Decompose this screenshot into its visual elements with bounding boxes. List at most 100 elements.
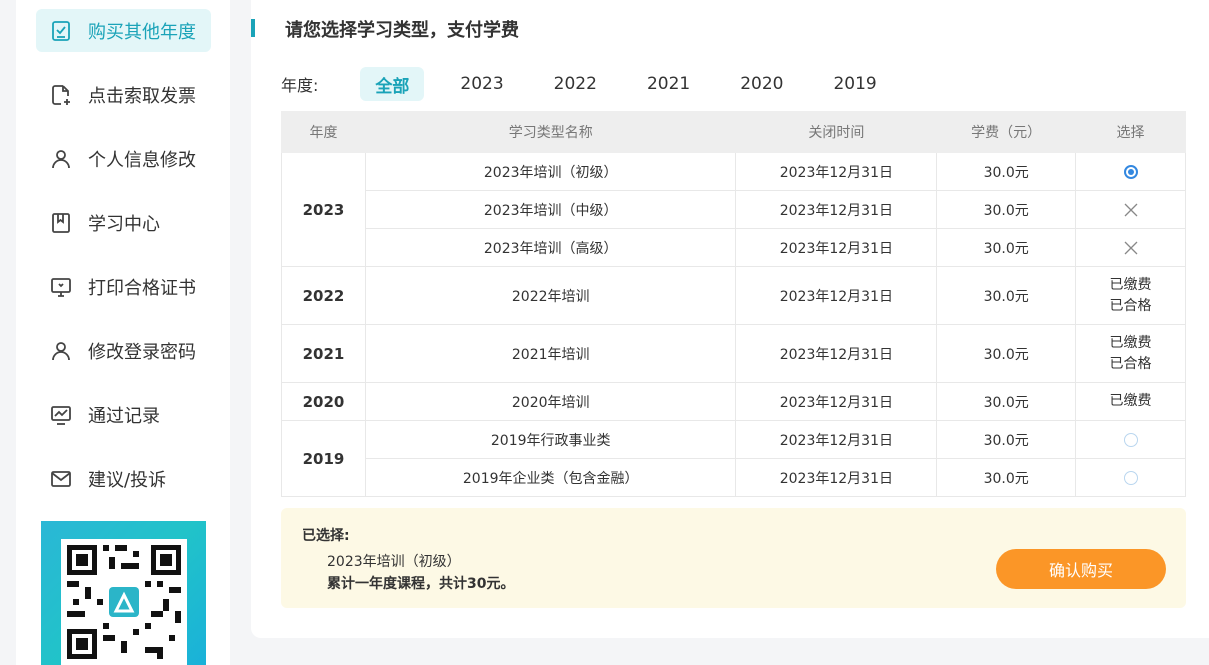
- sidebar-item-label: 修改登录密码: [88, 341, 196, 363]
- table-row: 2019 2019年行政事业类 2023年12月31日 30.0元: [281, 420, 1186, 497]
- sidebar-item-feedback[interactable]: 建议/投诉: [36, 457, 211, 500]
- qr-code-icon: [61, 539, 187, 665]
- year-tab-2023[interactable]: 2023: [446, 67, 517, 101]
- course-name: 2023年培训（高级）: [364, 228, 737, 267]
- book-icon: [48, 210, 74, 236]
- select-cell: [1075, 152, 1186, 191]
- column-header-name: 学习类型名称: [364, 111, 737, 153]
- course-name: 2020年培训: [364, 382, 737, 421]
- column-header-select: 选择: [1075, 111, 1186, 153]
- selected-item: 2023年培训（初级）: [327, 554, 461, 570]
- document-add-icon: [48, 82, 74, 108]
- year-cell: 2022: [281, 266, 366, 325]
- table-row: 2023年培训（高级） 2023年12月31日 30.0元: [282, 228, 1186, 267]
- table-row: 2019年企业类（包含金融） 2023年12月31日 30.0元: [282, 458, 1186, 497]
- status-paid: 已缴费: [1109, 334, 1152, 351]
- close-time: 2023年12月31日: [735, 190, 938, 229]
- user-icon: [48, 146, 74, 172]
- year-tab-all[interactable]: 全部: [360, 67, 425, 101]
- sidebar-item-pass-records[interactable]: 通过记录: [36, 393, 211, 436]
- sidebar-item-label: 学习中心: [88, 213, 160, 235]
- close-time: 2023年12月31日: [735, 420, 938, 459]
- course-name: 2021年培训: [364, 324, 737, 383]
- close-icon: [1124, 203, 1138, 216]
- close-time: 2023年12月31日: [735, 324, 938, 383]
- table-row: 2020 2020年培训 2023年12月31日 30.0元 已缴费: [281, 382, 1186, 421]
- select-cell: 已缴费: [1075, 382, 1186, 421]
- table-row: 2022 2022年培训 2023年12月31日 30.0元 已缴费 已合格: [281, 266, 1186, 325]
- page-title: 请您选择学习类型，支付学费: [285, 20, 519, 41]
- fee: 30.0元: [936, 458, 1077, 497]
- sidebar-item-label: 点击索取发票: [88, 85, 196, 107]
- user-lock-icon: [48, 338, 74, 364]
- close-icon: [1124, 241, 1138, 254]
- course-name: 2019年企业类（包含金融）: [364, 458, 737, 497]
- checkbox-icon: [48, 18, 74, 44]
- year-filter-label: 年度:: [281, 76, 319, 95]
- table-header-row: 年度 学习类型名称 关闭时间 学费（元） 选择: [281, 111, 1186, 153]
- year-cell: 2021: [281, 324, 366, 383]
- table-row: 2023 2023年培训（初级） 2023年12月31日 30.0元: [281, 152, 1186, 267]
- sidebar-item-label: 通过记录: [88, 405, 160, 427]
- selected-total: 累计一年度课程，共计30元。: [327, 576, 515, 592]
- sidebar-item-label: 打印合格证书: [88, 277, 196, 299]
- radio-button-checked[interactable]: [1123, 164, 1138, 179]
- fee: 30.0元: [936, 228, 1077, 267]
- select-cell: 已缴费 已合格: [1075, 266, 1186, 325]
- sidebar-item-invoice[interactable]: 点击索取发票: [36, 73, 211, 116]
- sidebar-item-label: 购买其他年度: [88, 21, 196, 43]
- sidebar-item-buy-other-year[interactable]: 购买其他年度: [36, 9, 211, 52]
- fee: 30.0元: [936, 190, 1077, 229]
- close-time: 2023年12月31日: [735, 382, 938, 421]
- select-cell: [1075, 420, 1186, 459]
- sidebar-item-profile[interactable]: 个人信息修改: [36, 137, 211, 180]
- status-paid: 已缴费: [1109, 393, 1152, 409]
- sidebar-item-label: 个人信息修改: [88, 149, 196, 171]
- year-tab-2022[interactable]: 2022: [540, 67, 611, 101]
- year-cell: 2023: [281, 152, 366, 267]
- close-time: 2023年12月31日: [735, 152, 938, 191]
- fee: 30.0元: [936, 382, 1077, 421]
- year-tab-2021[interactable]: 2021: [633, 67, 704, 101]
- chart-record-icon: [48, 402, 74, 428]
- course-name: 2023年培训（中级）: [364, 190, 737, 229]
- title-accent-bar: [251, 19, 255, 37]
- close-time: 2023年12月31日: [735, 458, 938, 497]
- radio-button[interactable]: [1123, 470, 1138, 485]
- monitor-certificate-icon: [48, 274, 74, 300]
- column-header-fee: 学费（元）: [936, 111, 1077, 153]
- sidebar-item-change-password[interactable]: 修改登录密码: [36, 329, 211, 372]
- status-paid: 已缴费: [1109, 276, 1152, 293]
- confirm-purchase-button[interactable]: 确认购买: [996, 549, 1166, 589]
- mail-icon: [48, 466, 74, 492]
- year-cell: 2019: [281, 420, 366, 497]
- status-passed: 已合格: [1109, 297, 1152, 314]
- year-tab-2019[interactable]: 2019: [819, 67, 890, 101]
- selected-label: 已选择:: [302, 528, 350, 544]
- radio-button[interactable]: [1123, 432, 1138, 447]
- table-row: 2023年培训（中级） 2023年12月31日 30.0元: [282, 190, 1186, 229]
- course-name: 2019年行政事业类: [364, 420, 737, 459]
- year-filter: 年度: 全部 2023 2022 2021 2020 2019: [281, 67, 913, 101]
- sidebar: 购买其他年度 点击索取发票 个人信息修改 学习中心 打印合格证书 修改登录密码: [16, 0, 230, 665]
- sidebar-item-print-certificate[interactable]: 打印合格证书: [36, 265, 211, 308]
- close-time: 2023年12月31日: [735, 228, 938, 267]
- close-time: 2023年12月31日: [735, 266, 938, 325]
- column-header-close-time: 关闭时间: [735, 111, 938, 153]
- sidebar-item-learning-center[interactable]: 学习中心: [36, 201, 211, 244]
- year-cell: 2020: [281, 382, 366, 421]
- selection-summary: 已选择: 2023年培训（初级） 累计一年度课程，共计30元。 确认购买: [281, 508, 1186, 608]
- table-row: 2021 2021年培训 2023年12月31日 30.0元 已缴费 已合格: [281, 324, 1186, 383]
- select-cell: 已缴费 已合格: [1075, 324, 1186, 383]
- column-header-year: 年度: [281, 111, 366, 153]
- main-panel: 请您选择学习类型，支付学费 年度: 全部 2023 2022 2021 2020…: [251, 0, 1209, 638]
- select-cell: [1075, 228, 1186, 267]
- fee: 30.0元: [936, 266, 1077, 325]
- qr-code-panel: [41, 521, 206, 665]
- fee: 30.0元: [936, 324, 1077, 383]
- year-tab-2020[interactable]: 2020: [726, 67, 797, 101]
- course-name: 2023年培训（初级）: [364, 152, 737, 191]
- fee: 30.0元: [936, 420, 1077, 459]
- sidebar-item-label: 建议/投诉: [88, 469, 167, 491]
- status-passed: 已合格: [1109, 355, 1152, 372]
